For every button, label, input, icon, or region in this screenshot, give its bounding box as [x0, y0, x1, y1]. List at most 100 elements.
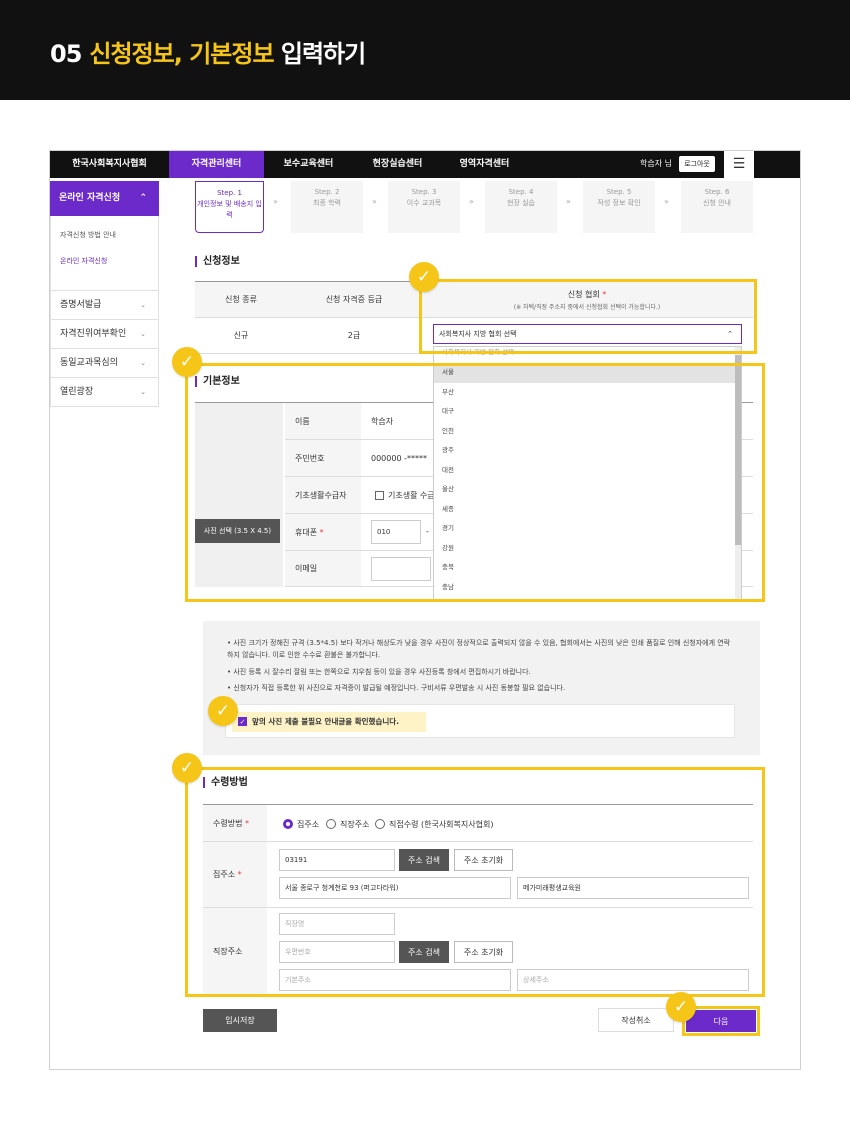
gnb-qualification[interactable]: 자격관리센터 [169, 151, 264, 178]
step-3: Step. 3 이수 교과목 [388, 181, 460, 233]
home-address2-input[interactable]: 메가미래평생교육원 [517, 877, 749, 899]
chevron-up-icon: ⌃ [727, 330, 733, 338]
photo-area [195, 403, 283, 587]
work-address-reset-button[interactable]: 주소 초기화 [454, 941, 513, 963]
chevron-right-icon: » [469, 197, 474, 206]
check-icon: ✓ [666, 992, 696, 1022]
check-icon: ✓ [208, 696, 238, 726]
apply-th-grade: 신청 자격증 등급 [287, 282, 421, 318]
chevron-right-icon: » [273, 197, 278, 206]
email-input[interactable] [371, 557, 431, 581]
label-name: 이름 [285, 403, 361, 440]
chevron-up-icon: ⌃ [139, 193, 147, 203]
dropdown-option-gyeonggi[interactable]: 경기 [434, 519, 741, 539]
home-address-reset-button[interactable]: 주소 초기화 [454, 849, 513, 871]
receive-section-title: 수령방법 [203, 777, 248, 788]
basic-livelihood-label: 기초생활 수급 [388, 491, 435, 500]
temp-save-button[interactable]: 임시저장 [203, 1009, 277, 1032]
dropdown-option-daegu[interactable]: 대구 [434, 402, 741, 422]
label-work-address: 직장주소 [203, 908, 267, 995]
dropdown-scrollbar[interactable] [735, 347, 741, 601]
lnb-title[interactable]: 온라인 자격신청 ⌃ [50, 181, 159, 216]
gnb-domain[interactable]: 영역자격센터 [442, 151, 527, 178]
lnb-item-certificate[interactable]: 증명서발급 ⌄ [50, 291, 159, 320]
home-zip-input[interactable]: 03191 [279, 849, 395, 871]
photo-select-button[interactable]: 사진 선택 (3.5 X 4.5) [195, 519, 280, 543]
home-address-search-button[interactable]: 주소 검색 [399, 849, 449, 871]
chevron-down-icon: ⌄ [140, 330, 146, 338]
apply-grade-value: 2급 [287, 318, 421, 354]
label-basic-livelihood: 기초생활수급자 [285, 477, 361, 514]
agree-label: 앞의 사진 제출 불필요 안내글을 확인했습니다. [252, 717, 400, 726]
chevron-down-icon: ⌄ [140, 359, 146, 367]
photo-notice: • 사진 크기가 정해진 규격 (3.5*4.5) 보다 작거나 해상도가 낮을… [203, 621, 760, 755]
company-name-input[interactable]: 직장명 [279, 913, 395, 935]
notice-line-1: • 사진 크기가 정해진 규격 (3.5*4.5) 보다 작거나 해상도가 낮을… [227, 639, 731, 659]
apply-section-title: 신청정보 [195, 256, 240, 267]
notice-line-3: • 신청자가 직접 등록한 위 사진으로 자격증이 발급될 예정입니다. 구비서… [227, 684, 566, 692]
label-receive-method: 수령방법 * [203, 805, 267, 842]
logout-button[interactable]: 로그아웃 [679, 156, 715, 172]
side-nav: 온라인 자격신청 ⌃ 자격신청 방법 안내 온라인 자격신청 증명서발급 ⌄ 자격진… [50, 181, 159, 407]
dropdown-option-daejeon[interactable]: 대전 [434, 461, 741, 481]
lnb-sub-guide[interactable]: 자격신청 방법 안내 [60, 230, 158, 240]
check-icon: ✓ [409, 262, 439, 292]
home-address1-input[interactable]: 서울 종로구 청계천로 93 (퍼고다타워) [279, 877, 511, 899]
step-5: Step. 5 작성 정보 확인 [583, 181, 655, 233]
agree-checkbox[interactable]: ✓ [238, 717, 247, 726]
radio-home-label: 집주소 [297, 820, 320, 829]
hamburger-icon[interactable]: ☰ [724, 151, 754, 178]
label-rrn: 주민번호 [285, 440, 361, 477]
next-button[interactable]: 다음 [686, 1010, 756, 1032]
label-phone: 휴대폰 * [285, 514, 361, 551]
work-zip-input[interactable]: 우편번호 [279, 941, 395, 963]
dropdown-option-ulsan[interactable]: 울산 [434, 480, 741, 500]
work-address-search-button[interactable]: 주소 검색 [399, 941, 449, 963]
label-email: 이메일 [285, 551, 361, 587]
lnb-item-open-square[interactable]: 열린광장 ⌄ [50, 378, 159, 407]
chevron-down-icon: ⌄ [140, 301, 146, 309]
check-icon: ✓ [172, 753, 202, 783]
phone-prefix-input[interactable]: 010 [371, 520, 421, 544]
step-1: Step. 1 개인정보 및 배송지 입력 [195, 181, 264, 233]
work-address2-input[interactable]: 상세주소 [517, 969, 749, 991]
lnb-item-verify[interactable]: 자격진위여부확인 ⌄ [50, 320, 159, 349]
chevron-down-icon: ⌄ [140, 388, 146, 396]
radio-home[interactable] [283, 819, 293, 829]
radio-work[interactable] [326, 819, 336, 829]
step-indicator: Step. 1 개인정보 및 배송지 입력 » Step. 2 최종 학력 » St… [195, 181, 755, 233]
apply-th-assoc: 신청 협회 * (※ 자택/직장 주소지 중에서 신청협회 선택이 가능합니다.) [421, 282, 753, 318]
basic-section-title: 기본정보 [195, 376, 240, 387]
dropdown-option-gwangju[interactable]: 광주 [434, 441, 741, 461]
dropdown-option-chungbuk[interactable]: 충북 [434, 558, 741, 578]
radio-work-label: 직장주소 [340, 820, 370, 829]
dropdown-option-gangwon[interactable]: 강원 [434, 539, 741, 559]
association-select[interactable]: 사회복지사 지방 협회 선택 ⌃ [433, 324, 742, 344]
dropdown-option-chungnam[interactable]: 충남 [434, 578, 741, 598]
chevron-right-icon: » [566, 197, 571, 206]
dropdown-option-seoul[interactable]: 서울 [434, 363, 741, 383]
chevron-right-icon: » [664, 197, 669, 206]
gnb-refresher[interactable]: 보수교육센터 [264, 151, 353, 178]
work-address1-input[interactable]: 기본주소 [279, 969, 511, 991]
lnb-sub-online[interactable]: 온라인 자격신청 [60, 256, 158, 266]
association-dropdown: 사회복지사 지방 협회 선택 서울 부산 대구 인천 광주 대전 울산 세종 경… [433, 346, 742, 602]
basic-livelihood-checkbox[interactable] [375, 491, 384, 500]
radio-direct-label: 직접수령 (한국사회복지사협회) [389, 820, 494, 829]
radio-direct[interactable] [375, 819, 385, 829]
gnb-practice[interactable]: 현장실습센터 [353, 151, 442, 178]
dropdown-option-placeholder[interactable]: 사회복지사 지방 협회 선택 [434, 347, 741, 363]
label-home-address: 집주소 * [203, 842, 267, 908]
dropdown-option-incheon[interactable]: 인천 [434, 422, 741, 442]
agree-box: ✓ 앞의 사진 제출 불필요 안내글을 확인했습니다. [225, 704, 735, 738]
cancel-button[interactable]: 작성취소 [598, 1008, 674, 1032]
page-banner: 05 신청정보, 기본정보 입력하기 [0, 0, 850, 100]
dropdown-option-busan[interactable]: 부산 [434, 383, 741, 403]
dropdown-option-sejong[interactable]: 세종 [434, 500, 741, 520]
receive-table: 수령방법 * 집주소 직장주소 직접수령 (한국사회복지사협회) 집주소 * 0… [203, 804, 753, 995]
banner-title: 05 신청정보, 기본정보 입력하기 [50, 40, 366, 68]
gnb-home[interactable]: 한국사회복지사협회 [50, 151, 169, 178]
step-2: Step. 2 최종 학력 [291, 181, 363, 233]
lnb-item-course-review[interactable]: 동일교과목심의 ⌄ [50, 349, 159, 378]
global-nav: 한국사회복지사협회 자격관리센터 보수교육센터 현장실습센터 영역자격센터 학습… [50, 151, 800, 178]
